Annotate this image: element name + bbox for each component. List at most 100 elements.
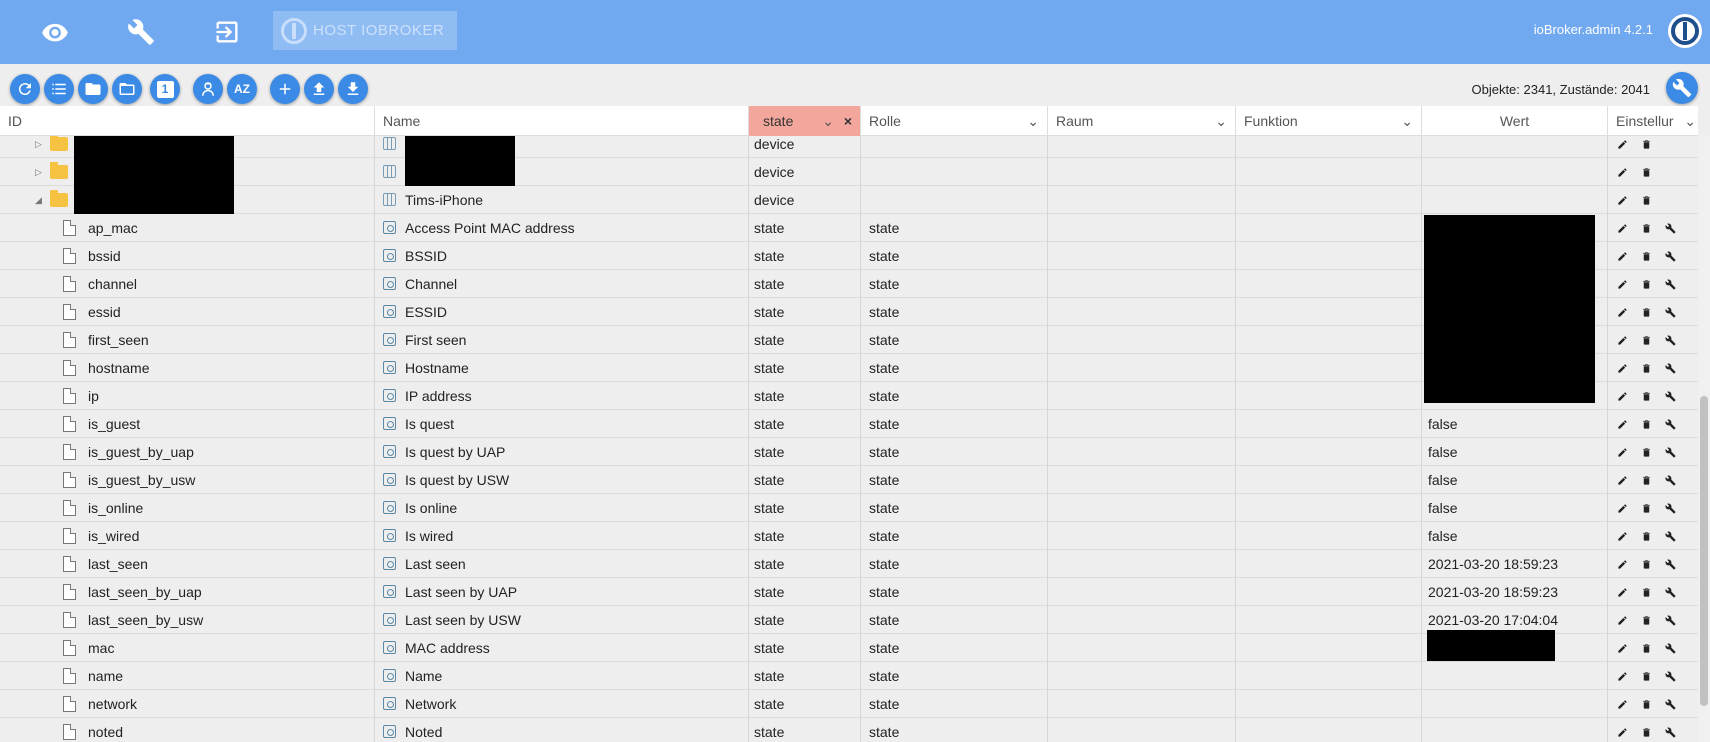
download-button[interactable] [338, 74, 368, 104]
column-value[interactable]: Wert [1422, 106, 1608, 136]
wrench-icon[interactable] [1662, 472, 1678, 488]
delete-icon[interactable] [1638, 500, 1654, 516]
edit-icon[interactable] [1614, 332, 1630, 348]
column-name[interactable]: Name [375, 106, 749, 136]
wrench-icon[interactable] [1662, 640, 1678, 656]
table-row[interactable]: name Name state state [0, 662, 1698, 690]
edit-icon[interactable] [1614, 304, 1630, 320]
wrench-icon[interactable] [1662, 724, 1678, 740]
edit-icon[interactable] [1614, 164, 1630, 180]
delete-icon[interactable] [1638, 640, 1654, 656]
wrench-icon[interactable] [1662, 304, 1678, 320]
delete-icon[interactable] [1638, 388, 1654, 404]
edit-icon[interactable] [1614, 724, 1630, 740]
wrench-icon[interactable] [1662, 416, 1678, 432]
function-filter[interactable]: Funktion ⌄ [1236, 106, 1422, 136]
eye-icon[interactable] [37, 14, 73, 50]
delete-icon[interactable] [1638, 668, 1654, 684]
delete-icon[interactable] [1638, 472, 1654, 488]
table-row[interactable]: ◢ Tims-iPhone device [0, 186, 1698, 214]
value-cell[interactable] [1422, 136, 1608, 158]
wrench-icon[interactable] [1662, 528, 1678, 544]
delete-icon[interactable] [1638, 192, 1654, 208]
vertical-scrollbar[interactable] [1698, 136, 1710, 742]
value-cell[interactable] [1422, 718, 1608, 742]
edit-icon[interactable] [1614, 444, 1630, 460]
delete-icon[interactable] [1638, 444, 1654, 460]
edit-icon[interactable] [1614, 388, 1630, 404]
host-selector[interactable]: HOST IOBROKER [273, 11, 457, 50]
wrench-icon[interactable] [123, 14, 159, 50]
edit-icon[interactable] [1614, 640, 1630, 656]
edit-icon[interactable] [1614, 668, 1630, 684]
wrench-icon[interactable] [1662, 444, 1678, 460]
wrench-icon[interactable] [1662, 248, 1678, 264]
value-cell[interactable]: false [1422, 494, 1608, 522]
delete-icon[interactable] [1638, 696, 1654, 712]
refresh-button[interactable] [10, 74, 40, 104]
edit-icon[interactable] [1614, 556, 1630, 572]
expand-all-button[interactable] [112, 74, 142, 104]
sort-button[interactable]: AZ [227, 74, 257, 104]
wrench-icon[interactable] [1662, 584, 1678, 600]
table-row[interactable]: ▷ device [0, 158, 1698, 186]
value-cell[interactable]: false [1422, 466, 1608, 494]
add-object-button[interactable] [270, 74, 300, 104]
edit-icon[interactable] [1614, 528, 1630, 544]
edit-icon[interactable] [1614, 416, 1630, 432]
edit-icon[interactable] [1614, 360, 1630, 376]
table-row[interactable]: is_guest_by_uap Is quest by UAP state st… [0, 438, 1698, 466]
edit-icon[interactable] [1614, 192, 1630, 208]
value-cell[interactable] [1422, 690, 1608, 718]
delete-icon[interactable] [1638, 584, 1654, 600]
edit-icon[interactable] [1614, 500, 1630, 516]
scrollbar-thumb[interactable] [1700, 396, 1708, 706]
delete-icon[interactable] [1638, 332, 1654, 348]
table-row[interactable]: last_seen_by_uap Last seen by UAP state … [0, 578, 1698, 606]
table-row[interactable]: is_guest_by_usw Is quest by USW state st… [0, 466, 1698, 494]
delete-icon[interactable] [1638, 556, 1654, 572]
delete-icon[interactable] [1638, 136, 1654, 152]
wrench-icon[interactable] [1662, 332, 1678, 348]
collapse-all-button[interactable] [78, 74, 108, 104]
column-settings[interactable]: Einstellur ⌄ [1608, 106, 1698, 136]
table-row[interactable]: last_seen Last seen state state 2021-03-… [0, 550, 1698, 578]
delete-icon[interactable] [1638, 276, 1654, 292]
column-id[interactable]: ID [0, 106, 375, 136]
table-row[interactable]: is_guest Is quest state state false [0, 410, 1698, 438]
value-cell[interactable]: 2021-03-20 18:59:23 [1422, 578, 1608, 606]
edit-icon[interactable] [1614, 276, 1630, 292]
wrench-icon[interactable] [1662, 220, 1678, 236]
edit-icon[interactable] [1614, 220, 1630, 236]
delete-icon[interactable] [1638, 360, 1654, 376]
table-row[interactable]: ▷ device [0, 136, 1698, 158]
delete-icon[interactable] [1638, 416, 1654, 432]
wrench-icon[interactable] [1662, 696, 1678, 712]
delete-icon[interactable] [1638, 164, 1654, 180]
logout-icon[interactable] [209, 14, 245, 50]
settings-button[interactable] [1666, 72, 1698, 104]
expert-mode-button[interactable] [193, 74, 223, 104]
collapsed-triangle-icon[interactable]: ▷ [35, 158, 42, 186]
value-cell[interactable] [1422, 662, 1608, 690]
table-row[interactable]: is_wired Is wired state state false [0, 522, 1698, 550]
delete-icon[interactable] [1638, 220, 1654, 236]
value-cell[interactable]: false [1422, 438, 1608, 466]
type-filter[interactable]: state ⌄ × [749, 106, 861, 136]
expanded-triangle-icon[interactable]: ◢ [35, 186, 42, 214]
table-row[interactable]: network Network state state [0, 690, 1698, 718]
wrench-icon[interactable] [1662, 360, 1678, 376]
edit-icon[interactable] [1614, 584, 1630, 600]
clear-filter-icon[interactable]: × [844, 106, 852, 136]
edit-icon[interactable] [1614, 136, 1630, 152]
value-cell[interactable] [1422, 186, 1608, 214]
room-filter[interactable]: Raum ⌄ [1048, 106, 1236, 136]
chevron-down-icon[interactable]: ⌄ [822, 106, 834, 136]
wrench-icon[interactable] [1662, 612, 1678, 628]
edit-icon[interactable] [1614, 696, 1630, 712]
delete-icon[interactable] [1638, 304, 1654, 320]
wrench-icon[interactable] [1662, 668, 1678, 684]
edit-icon[interactable] [1614, 248, 1630, 264]
delete-icon[interactable] [1638, 248, 1654, 264]
edit-icon[interactable] [1614, 612, 1630, 628]
